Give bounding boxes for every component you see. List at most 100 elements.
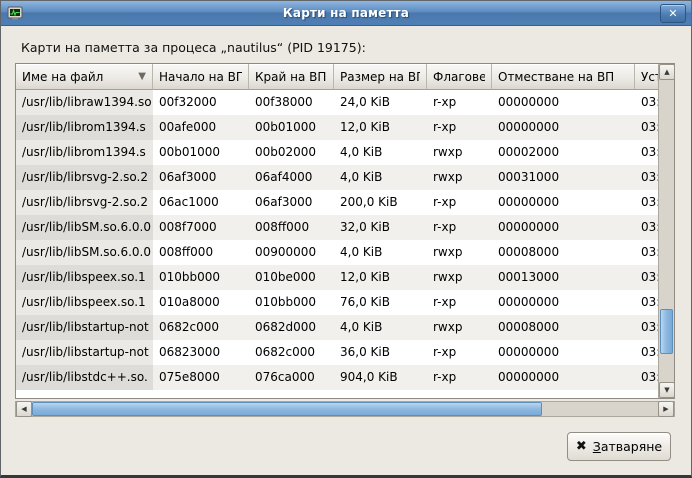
cell-vm-offset: 00000000 bbox=[492, 290, 635, 315]
table-row[interactable]: /usr/lib/libraw1394.so00f3200000f3800024… bbox=[16, 90, 659, 115]
arrow-up-icon: ▲ bbox=[664, 68, 669, 76]
scroll-down-button[interactable]: ▼ bbox=[659, 382, 675, 398]
cell-vm-offset: 00000000 bbox=[492, 115, 635, 140]
cell-vm-start: 010bb000 bbox=[153, 265, 249, 290]
cell-vm-end: 00b01000 bbox=[249, 115, 334, 140]
column-header-label: Край на ВП bbox=[255, 70, 326, 84]
column-header-vm-start[interactable]: Начало на ВП bbox=[153, 64, 249, 90]
cell-vm-start: 06823000 bbox=[153, 340, 249, 365]
cell-vm-offset: 00000000 bbox=[492, 215, 635, 240]
cell-device: 03:02 bbox=[635, 90, 659, 115]
vertical-scrollbar-thumb[interactable] bbox=[660, 309, 673, 354]
table-row[interactable]: /usr/lib/librom1394.s00b0100000b020004,0… bbox=[16, 140, 659, 165]
table-row[interactable]: /usr/lib/libstdc++.so.075e8000076ca00090… bbox=[16, 365, 659, 390]
cell-flags: r-xp bbox=[427, 340, 492, 365]
cell-vm-end: 010be000 bbox=[249, 265, 334, 290]
cell-device: 03:02 bbox=[635, 140, 659, 165]
cell-flags: rwxp bbox=[427, 265, 492, 290]
cell-vm-offset: 00002000 bbox=[492, 140, 635, 165]
cell-vm-end: 0682c000 bbox=[249, 340, 334, 365]
cell-flags: r-xp bbox=[427, 290, 492, 315]
cell-device: 03:02 bbox=[635, 365, 659, 390]
cell-vm-end: 00900000 bbox=[249, 240, 334, 265]
cell-vm-end: 008ff000 bbox=[249, 215, 334, 240]
cell-vm-end: 010bb000 bbox=[249, 290, 334, 315]
titlebar[interactable]: Карти на паметта ✕ bbox=[1, 1, 691, 26]
cell-flags: rwxp bbox=[427, 165, 492, 190]
cell-filename: /usr/lib/librom1394.s bbox=[16, 140, 153, 165]
scroll-right-button[interactable]: ▶ bbox=[658, 401, 674, 417]
scroll-left-button[interactable]: ◀ bbox=[16, 401, 32, 417]
cell-filename: /usr/lib/libSM.so.6.0.0 bbox=[16, 215, 153, 240]
memory-map-table: Име на файл ▼ Начало на ВП Край на ВП Размер… bbox=[15, 63, 675, 399]
cell-vm-offset: 00013000 bbox=[492, 265, 635, 290]
vertical-scrollbar[interactable]: ▲ ▼ bbox=[658, 64, 674, 398]
cell-vm-offset: 00000000 bbox=[492, 365, 635, 390]
table-row[interactable]: /usr/lib/libSM.so.6.0.0008f7000008ff0003… bbox=[16, 215, 659, 240]
cell-vm-size: 4,0 KiB bbox=[334, 165, 427, 190]
horizontal-scrollbar[interactable]: ◀ ▶ bbox=[15, 401, 675, 417]
cell-vm-start: 00f32000 bbox=[153, 90, 249, 115]
close-dialog-button[interactable]: ✖ Затваряне bbox=[567, 432, 671, 461]
system-monitor-icon bbox=[7, 5, 23, 21]
cell-device: 03:02 bbox=[635, 215, 659, 240]
memory-maps-dialog: Карти на паметта ✕ Карти на паметта за п… bbox=[0, 0, 692, 478]
column-header-label: Флагове bbox=[433, 70, 485, 84]
cell-vm-offset: 00000000 bbox=[492, 90, 635, 115]
cell-filename: /usr/lib/librsvg-2.so.2 bbox=[16, 190, 153, 215]
cell-flags: rwxp bbox=[427, 240, 492, 265]
cell-filename: /usr/lib/libstartup-not bbox=[16, 340, 153, 365]
table-row[interactable]: /usr/lib/librsvg-2.so.206ac100006af30002… bbox=[16, 190, 659, 215]
column-header-filename[interactable]: Име на файл ▼ bbox=[16, 64, 153, 90]
table-viewport: Име на файл ▼ Начало на ВП Край на ВП Размер… bbox=[16, 64, 659, 398]
cell-device: 03:02 bbox=[635, 115, 659, 140]
cell-vm-end: 00b02000 bbox=[249, 140, 334, 165]
cell-filename: /usr/lib/librom1394.s bbox=[16, 115, 153, 140]
column-header-device[interactable]: Устройство bbox=[635, 64, 659, 90]
cell-vm-start: 06af3000 bbox=[153, 165, 249, 190]
cell-vm-size: 4,0 KiB bbox=[334, 315, 427, 340]
cell-vm-start: 008ff000 bbox=[153, 240, 249, 265]
cell-vm-size: 36,0 KiB bbox=[334, 340, 427, 365]
cell-filename: /usr/lib/libstdc++.so. bbox=[16, 365, 153, 390]
cell-vm-start: 075e8000 bbox=[153, 365, 249, 390]
cell-vm-start: 0682c000 bbox=[153, 315, 249, 340]
arrow-left-icon: ◀ bbox=[21, 405, 26, 413]
cell-vm-size: 76,0 KiB bbox=[334, 290, 427, 315]
column-header-label: Начало на ВП bbox=[159, 70, 242, 84]
cell-filename: /usr/lib/libspeex.so.1 bbox=[16, 265, 153, 290]
window-close-button[interactable]: ✕ bbox=[660, 4, 686, 23]
cell-vm-end: 06af4000 bbox=[249, 165, 334, 190]
table-row[interactable]: /usr/lib/libspeex.so.1010bb000010be00012… bbox=[16, 265, 659, 290]
column-header-label: Отместване на ВП bbox=[498, 70, 614, 84]
horizontal-scrollbar-thumb[interactable] bbox=[32, 402, 542, 416]
window-title: Карти на паметта bbox=[1, 6, 691, 20]
cell-filename: /usr/lib/librsvg-2.so.2 bbox=[16, 165, 153, 190]
cell-device: 03:02 bbox=[635, 340, 659, 365]
cell-device: 03:02 bbox=[635, 190, 659, 215]
column-header-flags[interactable]: Флагове bbox=[427, 64, 492, 90]
sort-descending-icon: ▼ bbox=[134, 72, 146, 82]
table-row[interactable]: /usr/lib/libstartup-not068230000682c0003… bbox=[16, 340, 659, 365]
cell-vm-size: 12,0 KiB bbox=[334, 115, 427, 140]
table-row[interactable]: /usr/lib/librsvg-2.so.206af300006af40004… bbox=[16, 165, 659, 190]
cell-vm-offset: 00031000 bbox=[492, 165, 635, 190]
close-x-icon: ✕ bbox=[668, 7, 677, 20]
column-header-vm-end[interactable]: Край на ВП bbox=[249, 64, 334, 90]
table-row[interactable]: /usr/lib/libSM.so.6.0.0008ff000009000004… bbox=[16, 240, 659, 265]
cell-device: 03:02 bbox=[635, 265, 659, 290]
column-header-label: Име на файл bbox=[22, 70, 103, 84]
cell-vm-end: 00f38000 bbox=[249, 90, 334, 115]
cell-vm-start: 010a8000 bbox=[153, 290, 249, 315]
cell-vm-start: 008f7000 bbox=[153, 215, 249, 240]
cell-device: 03:02 bbox=[635, 165, 659, 190]
cell-flags: r-xp bbox=[427, 365, 492, 390]
table-row[interactable]: /usr/lib/libstartup-not0682c0000682d0004… bbox=[16, 315, 659, 340]
table-row[interactable]: /usr/lib/libspeex.so.1010a8000010bb00076… bbox=[16, 290, 659, 315]
cell-flags: r-xp bbox=[427, 90, 492, 115]
table-row[interactable]: /usr/lib/librom1394.s00afe00000b0100012,… bbox=[16, 115, 659, 140]
scroll-up-button[interactable]: ▲ bbox=[659, 64, 675, 80]
cell-vm-size: 4,0 KiB bbox=[334, 140, 427, 165]
column-header-vm-offset[interactable]: Отместване на ВП bbox=[492, 64, 635, 90]
column-header-vm-size[interactable]: Размер на ВП bbox=[334, 64, 427, 90]
